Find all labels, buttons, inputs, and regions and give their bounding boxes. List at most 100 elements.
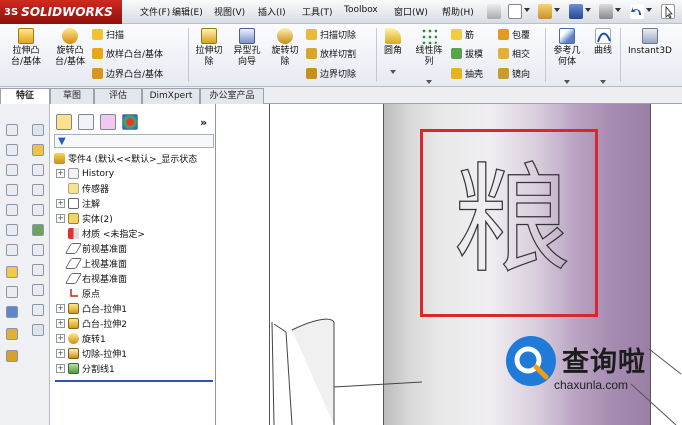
move-face-icon[interactable] [32, 284, 44, 296]
mirror-button[interactable]: 镜向 [498, 67, 530, 80]
tree-item-history[interactable]: + History [56, 166, 114, 181]
reference-geometry-button[interactable]: 参考几 何体 [548, 28, 586, 84]
chevron-down-icon[interactable] [524, 8, 530, 12]
menu-file[interactable]: 文件(F) [140, 5, 170, 18]
fillet-button[interactable]: 圆角 [378, 28, 408, 74]
tree-item-origin[interactable]: 原点 [68, 286, 100, 301]
tree-item-solid-bodies[interactable]: + 实体(2) [56, 211, 113, 226]
view-back-icon[interactable] [6, 224, 18, 236]
configuration-manager-tab-icon[interactable] [100, 114, 116, 130]
expand-toggle-icon[interactable]: + [56, 319, 65, 328]
smart-dimension-icon[interactable] [6, 286, 18, 298]
rollback-bar[interactable] [55, 380, 213, 382]
instant3d-button[interactable]: Instant3D [622, 28, 678, 57]
indent-icon[interactable] [32, 244, 44, 256]
tree-item-revolve1[interactable]: + 旋转1 [56, 331, 106, 346]
loft-cut-button[interactable]: 放样切割 [306, 47, 356, 60]
chevron-down-icon[interactable] [554, 8, 560, 12]
hole-wizard-button[interactable]: 异型孔 向导 [228, 28, 266, 68]
chevron-down-icon[interactable] [615, 8, 621, 12]
chevron-down-icon[interactable] [426, 80, 432, 84]
sweep-cut-button[interactable]: 扫描切除 [306, 28, 356, 41]
menu-window[interactable]: 窗口(W) [394, 5, 428, 18]
menu-help[interactable]: 帮助(H) [442, 5, 474, 18]
split-line-icon[interactable] [32, 224, 44, 236]
expand-toggle-icon[interactable]: + [56, 169, 65, 178]
revolve-cut-button[interactable]: 旋转切 除 [266, 28, 304, 68]
feature-filter-input[interactable]: ▼ [54, 134, 214, 148]
display-manager-tab-icon[interactable] [122, 114, 138, 130]
tree-item-boss-extrude1[interactable]: + 凸台-拉伸1 [56, 301, 127, 316]
menu-insert[interactable]: 插入(I) [258, 5, 286, 18]
flex-icon[interactable] [32, 184, 44, 196]
view-right-icon[interactable] [6, 184, 18, 196]
wrap-button[interactable]: 包覆 [498, 28, 530, 41]
tree-item-annotations[interactable]: + 注解 [56, 196, 100, 211]
rollback-icon[interactable] [6, 350, 18, 362]
boundary-cut-button[interactable]: 边界切除 [306, 67, 356, 80]
shell-button[interactable]: 抽壳 [451, 67, 483, 80]
extrude-boss-button[interactable]: 拉伸凸 台/基体 [4, 28, 48, 68]
undo-icon[interactable] [630, 4, 644, 19]
freeform-icon[interactable] [32, 264, 44, 276]
appearance-icon[interactable] [6, 306, 18, 318]
chevron-down-icon[interactable] [564, 80, 570, 84]
wrap-tool-icon[interactable] [32, 144, 44, 156]
select-cursor-icon[interactable] [661, 4, 675, 19]
tree-item-cut-extrude1[interactable]: + 切除-拉伸1 [56, 346, 127, 361]
new-document-icon[interactable] [508, 4, 522, 19]
menu-view[interactable]: 视图(V) [214, 5, 245, 18]
tab-features[interactable]: 特征 [0, 88, 50, 105]
view-orientation-icon[interactable] [6, 124, 18, 136]
view-top-icon[interactable] [6, 164, 18, 176]
tree-root-part[interactable]: 零件4 (默认<<默认>_显示状态 [54, 151, 197, 166]
linear-pattern-button[interactable]: 线性阵 列 [410, 28, 448, 84]
chevron-down-icon[interactable] [646, 8, 652, 12]
delete-face-icon[interactable] [32, 304, 44, 316]
menu-edit[interactable]: 编辑(E) [172, 5, 203, 18]
deform-icon[interactable] [32, 204, 44, 216]
pin-icon[interactable] [487, 4, 501, 19]
table-icon[interactable] [32, 124, 44, 136]
tree-item-split-line1[interactable]: + 分割线1 [56, 361, 115, 376]
library-icon[interactable] [32, 324, 44, 336]
view-bottom-icon[interactable] [6, 244, 18, 256]
extrude-cut-button[interactable]: 拉伸切 除 [190, 28, 228, 68]
sketch-icon[interactable] [6, 266, 18, 278]
revolve-boss-button[interactable]: 旋转凸 台/基体 [48, 28, 92, 68]
draft-button[interactable]: 拔模 [451, 47, 483, 60]
property-manager-tab-icon[interactable] [78, 114, 94, 130]
menu-tools[interactable]: 工具(T) [302, 5, 333, 18]
expand-toggle-icon[interactable]: + [56, 349, 65, 358]
curves-button[interactable]: 曲线 [588, 28, 618, 84]
chevron-down-icon[interactable] [585, 8, 591, 12]
chevron-right-icon[interactable]: » [200, 116, 207, 129]
tab-dimxpert[interactable]: DimXpert [142, 88, 200, 104]
edit-feature-icon[interactable] [6, 328, 18, 340]
save-icon[interactable] [569, 4, 583, 19]
intersect-button[interactable]: 相交 [498, 47, 530, 60]
solidworks-logo[interactable]: 3S SOLIDWORKS [0, 0, 122, 24]
tree-item-right-plane[interactable]: 右视基准面 [64, 271, 127, 286]
feature-tree-tab-icon[interactable] [56, 114, 72, 130]
tab-evaluate[interactable]: 评估 [94, 88, 142, 104]
dome-icon[interactable] [32, 164, 44, 176]
view-iso-icon[interactable] [6, 204, 18, 216]
tree-item-top-plane[interactable]: 上视基准面 [64, 256, 127, 271]
loft-boss-button[interactable]: 放样凸台/基体 [92, 47, 163, 60]
sweep-button[interactable]: 扫描 [92, 28, 124, 41]
tree-item-sensors[interactable]: 传感器 [68, 181, 109, 196]
expand-toggle-icon[interactable]: + [56, 304, 65, 313]
expand-toggle-icon[interactable]: + [56, 214, 65, 223]
view-front-icon[interactable] [6, 144, 18, 156]
tab-sketch[interactable]: 草图 [50, 88, 94, 104]
boundary-boss-button[interactable]: 边界凸台/基体 [92, 67, 163, 80]
tree-item-front-plane[interactable]: 前视基准面 [64, 241, 127, 256]
menu-toolbox[interactable]: Toolbox [344, 5, 378, 15]
tree-item-boss-extrude2[interactable]: + 凸台-拉伸2 [56, 316, 127, 331]
expand-toggle-icon[interactable]: + [56, 334, 65, 343]
chevron-down-icon[interactable] [600, 80, 606, 84]
chevron-down-icon[interactable] [390, 70, 396, 74]
expand-toggle-icon[interactable]: + [56, 364, 65, 373]
print-icon[interactable] [599, 4, 613, 19]
